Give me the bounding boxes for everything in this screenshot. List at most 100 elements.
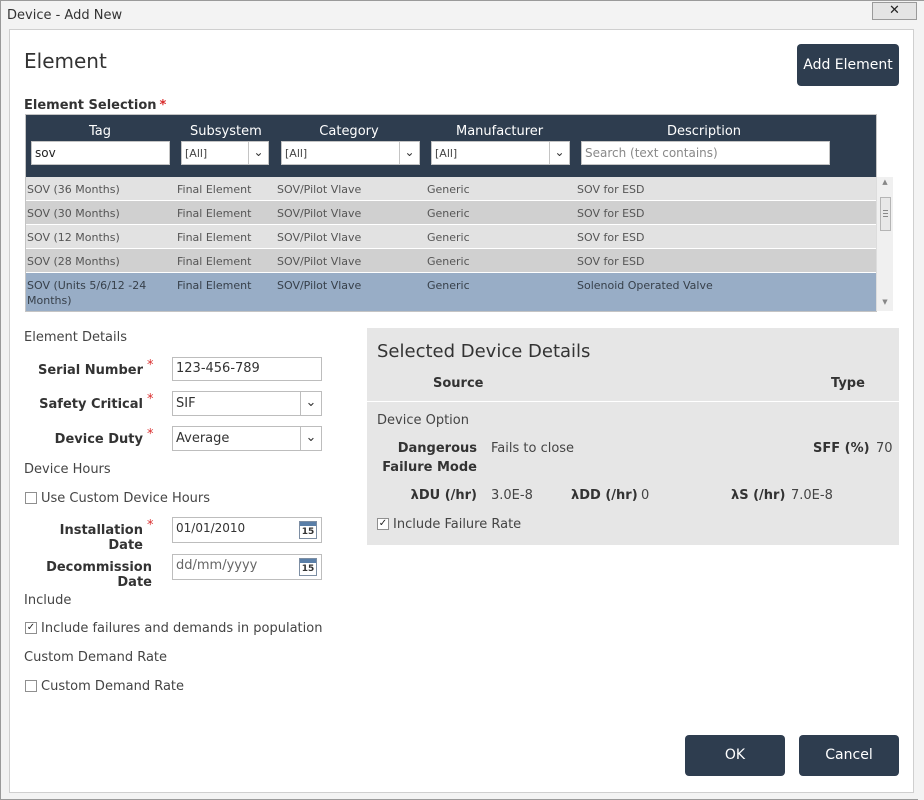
serial-number-label: Serial Number	[37, 363, 143, 378]
cell-category: SOV/Pilot Vlave	[277, 279, 362, 292]
chevron-down-icon[interactable]: ⌄	[549, 142, 569, 164]
category-filter-value: [All]	[285, 147, 308, 160]
ldd-value: 0	[641, 488, 650, 503]
serial-number-input[interactable]: 123-456-789	[172, 357, 322, 381]
cell-category: SOV/Pilot Vlave	[277, 183, 362, 196]
column-header-description[interactable]: Description	[666, 124, 742, 139]
column-header-category[interactable]: Category	[316, 124, 382, 139]
grid-body: SOV (36 Months) Final Element SOV/Pilot …	[26, 177, 876, 311]
installation-date-value: 01/01/2010	[176, 521, 246, 535]
page-title: Element	[24, 49, 107, 73]
device-duty-label: Device Duty	[54, 432, 143, 447]
table-row-selected[interactable]: SOV (Units 5/6/12 -24 Months) Final Elem…	[26, 273, 876, 311]
dfm-label-line1: Dangerous	[397, 441, 477, 456]
custom-demand-checkbox[interactable]	[25, 680, 37, 692]
cell-manufacturer: Generic	[427, 255, 470, 268]
safety-critical-label: Safety Critical	[39, 397, 143, 412]
ls-value: 7.0E-8	[791, 488, 833, 503]
dfm-value: Fails to close	[491, 441, 575, 456]
calendar-icon[interactable]: 15	[299, 521, 317, 539]
custom-demand-heading: Custom Demand Rate	[24, 650, 168, 665]
device-duty-select[interactable]: Average ⌄	[172, 426, 322, 451]
cell-subsystem: Final Element	[177, 231, 252, 244]
scroll-up-icon[interactable]: ▲	[877, 178, 893, 190]
column-header-subsystem[interactable]: Subsystem	[190, 124, 262, 139]
ls-label: λS (/hr)	[731, 488, 786, 503]
required-mark: *	[147, 427, 154, 442]
chevron-down-icon[interactable]: ⌄	[248, 142, 268, 164]
include-heading: Include	[24, 593, 72, 608]
subsystem-filter-value: [All]	[185, 147, 208, 160]
cell-tag: SOV (28 Months)	[27, 255, 120, 268]
safety-critical-select[interactable]: SIF ⌄	[172, 391, 322, 416]
scroll-thumb[interactable]	[880, 197, 891, 231]
table-row[interactable]: SOV (12 Months) Final Element SOV/Pilot …	[26, 225, 876, 248]
close-button[interactable]: ✕	[872, 2, 917, 20]
description-search-input[interactable]: Search (text contains)	[581, 141, 830, 165]
calendar-day: 15	[301, 527, 315, 537]
ok-button[interactable]: OK	[685, 735, 785, 776]
calendar-day: 15	[301, 564, 315, 574]
window-title: Device - Add New	[7, 8, 123, 23]
decommission-date-input[interactable]: dd/mm/yyyy 15	[172, 554, 322, 580]
add-element-button[interactable]: Add Element	[797, 44, 899, 86]
scroll-down-icon[interactable]: ▼	[877, 298, 893, 310]
chevron-down-icon[interactable]: ⌄	[300, 427, 321, 450]
include-failure-rate-checkbox[interactable]: ✓	[377, 518, 389, 530]
include-failures-label: Include failures and demands in populati…	[41, 621, 323, 636]
dialog-content: Element Add Element Element Selection * T…	[9, 29, 914, 793]
cell-subsystem: Final Element	[177, 183, 252, 196]
cell-subsystem: Final Element	[177, 255, 252, 268]
subsystem-filter-select[interactable]: [All] ⌄	[181, 141, 269, 165]
cell-tag-line1: SOV (Units 5/6/12 -24	[27, 279, 147, 292]
window-right-edge	[918, 1, 924, 800]
cell-subsystem: Final Element	[177, 207, 252, 220]
installation-date-input[interactable]: 01/01/2010 15	[172, 517, 322, 543]
chevron-down-icon[interactable]: ⌄	[399, 142, 419, 164]
table-row[interactable]: SOV (28 Months) Final Element SOV/Pilot …	[26, 249, 876, 272]
title-bar: Device - Add New ✕	[1, 1, 923, 29]
cell-tag: SOV (30 Months)	[27, 207, 120, 220]
category-filter-select[interactable]: [All] ⌄	[281, 141, 420, 165]
cell-manufacturer: Generic	[427, 207, 470, 220]
decommission-date-label: Decommission Date	[46, 560, 152, 590]
manufacturer-filter-value: [All]	[435, 147, 458, 160]
use-custom-hours-checkbox[interactable]	[25, 492, 37, 504]
table-row[interactable]: SOV (36 Months) Final Element SOV/Pilot …	[26, 177, 876, 200]
installation-date-label: Installation Date	[59, 523, 143, 553]
ldu-label: λDU (/hr)	[410, 488, 477, 503]
cell-manufacturer: Generic	[427, 183, 470, 196]
element-details-heading: Element Details	[24, 330, 128, 345]
cell-tag: SOV (12 Months)	[27, 231, 120, 244]
cell-category: SOV/Pilot Vlave	[277, 255, 362, 268]
safety-critical-value: SIF	[176, 396, 196, 411]
manufacturer-filter-select[interactable]: [All] ⌄	[431, 141, 570, 165]
include-failures-checkbox[interactable]: ✓	[25, 622, 37, 634]
type-header: Type	[831, 376, 865, 391]
chevron-down-icon[interactable]: ⌄	[300, 392, 321, 415]
required-mark: *	[147, 518, 154, 533]
dialog-window: Device - Add New ✕ Element Add Element E…	[0, 0, 924, 800]
selected-device-panel: Selected Device Details Source Type Devi…	[367, 328, 899, 545]
calendar-icon[interactable]: 15	[299, 558, 317, 576]
column-header-manufacturer[interactable]: Manufacturer	[456, 124, 543, 139]
cell-description: SOV for ESD	[577, 255, 645, 268]
column-header-tag[interactable]: Tag	[86, 124, 114, 139]
device-hours-heading: Device Hours	[24, 462, 111, 477]
selected-device-title: Selected Device Details	[377, 341, 591, 362]
sff-label: SFF (%)	[813, 441, 870, 456]
dfm-label-line2: Failure Mode	[382, 460, 477, 475]
tag-filter-input[interactable]: sov	[31, 141, 170, 165]
table-row[interactable]: SOV (30 Months) Final Element SOV/Pilot …	[26, 201, 876, 224]
cell-description: SOV for ESD	[577, 183, 645, 196]
cell-description: Solenoid Operated Valve	[577, 279, 713, 292]
sff-value: 70	[876, 441, 893, 456]
decommission-date-placeholder: dd/mm/yyyy	[176, 558, 258, 573]
grid-scrollbar[interactable]: ▲ ▼	[876, 177, 893, 311]
required-mark: *	[159, 98, 167, 113]
cell-manufacturer: Generic	[427, 231, 470, 244]
include-failure-rate-label: Include Failure Rate	[393, 517, 522, 532]
cancel-button[interactable]: Cancel	[799, 735, 899, 776]
cell-category: SOV/Pilot Vlave	[277, 231, 362, 244]
cell-tag: SOV (36 Months)	[27, 183, 120, 196]
